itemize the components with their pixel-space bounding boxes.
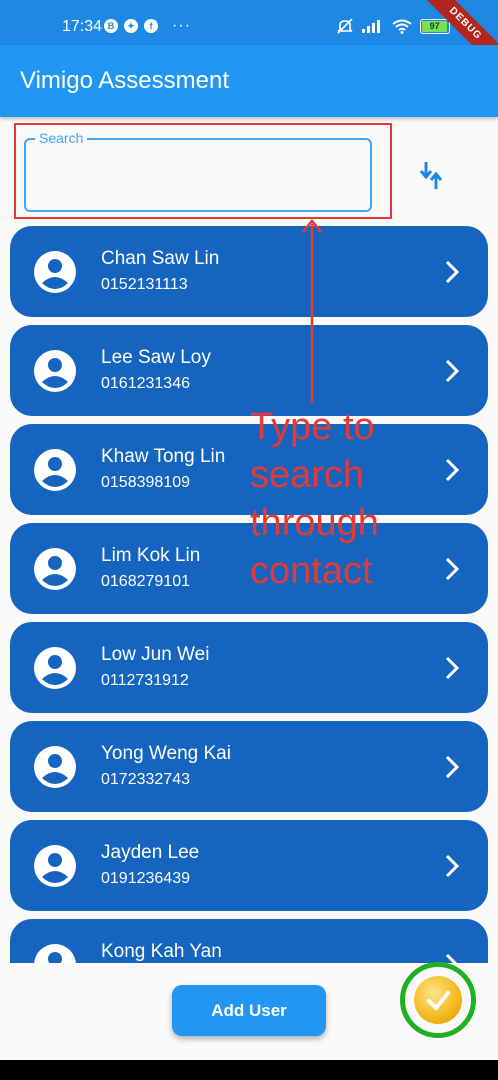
search-label: Search	[35, 130, 88, 146]
coin-icon	[414, 976, 462, 1024]
signal-icon	[362, 20, 380, 33]
annotation-line: search	[250, 454, 365, 496]
annotation-arrow-icon	[302, 219, 322, 403]
b-icon: B	[104, 19, 118, 33]
account-circle-icon	[34, 845, 76, 887]
chevron-right-icon[interactable]	[440, 854, 464, 878]
app-bar: Vimigo Assessment	[0, 45, 498, 117]
contact-name: Jayden Lee	[101, 842, 200, 863]
status-system-icons: 97	[336, 18, 450, 34]
chevron-right-icon[interactable]	[440, 755, 464, 779]
mute-icon	[337, 18, 353, 34]
status-bar: 17:34 B ✦ f ··· 97 DEBUG	[0, 0, 498, 78]
contact-card[interactable]: Low Jun Wei 0112731912	[10, 622, 488, 713]
annotation-line: contact	[250, 550, 373, 592]
contact-name: Khaw Tong Lin	[101, 446, 226, 467]
battery-level: 97	[422, 20, 448, 32]
account-circle-icon	[34, 449, 76, 491]
chevron-right-icon[interactable]	[440, 458, 464, 482]
chevron-right-icon[interactable]	[440, 359, 464, 383]
status-time: 17:34	[62, 18, 103, 35]
account-circle-icon	[34, 548, 76, 590]
contact-phone: 0168279101	[101, 573, 190, 590]
more-dots-icon: ···	[172, 17, 191, 34]
wifi-icon	[392, 19, 412, 34]
chevron-right-icon[interactable]	[440, 260, 464, 284]
app-title: Vimigo Assessment	[20, 67, 229, 94]
contact-card[interactable]: Jayden Lee 0191236439	[10, 820, 488, 911]
annotation-line: Type to	[250, 406, 375, 448]
contact-name: Yong Weng Kai	[101, 743, 231, 764]
account-circle-icon	[34, 746, 76, 788]
contact-name: Low Jun Wei	[101, 644, 210, 665]
contact-phone: 0161231346	[101, 375, 190, 392]
account-circle-icon	[34, 647, 76, 689]
chevron-right-icon[interactable]	[440, 656, 464, 680]
search-input[interactable]	[24, 138, 372, 212]
facebook-icon: f	[144, 19, 158, 33]
floating-action-button[interactable]	[400, 962, 476, 1038]
contact-phone: 0112731912	[101, 672, 189, 689]
check-mark-icon	[427, 991, 450, 1011]
account-circle-icon	[34, 944, 76, 963]
contact-card[interactable]: Kong Kah Yan	[10, 919, 488, 963]
contact-card[interactable]: Chan Saw Lin 0152131113	[10, 226, 488, 317]
add-user-button[interactable]: Add User	[172, 985, 326, 1036]
account-circle-icon	[34, 350, 76, 392]
annotation-text: Type to search through contact	[250, 403, 430, 595]
chevron-right-icon[interactable]	[440, 557, 464, 581]
contact-name: Chan Saw Lin	[101, 248, 220, 269]
contact-phone: 0191236439	[101, 870, 190, 887]
contact-phone: 0172332743	[101, 771, 190, 788]
contact-name: Kong Kah Yan	[101, 941, 222, 962]
contact-card[interactable]: Yong Weng Kai 0172332743	[10, 721, 488, 812]
system-nav-bar	[0, 1060, 498, 1080]
sort-icon[interactable]	[414, 156, 450, 192]
contact-phone: 0158398109	[101, 474, 190, 491]
battery-indicator: 97	[420, 18, 450, 34]
contact-name: Lee Saw Loy	[101, 347, 211, 368]
account-circle-icon	[34, 251, 76, 293]
status-notification-icons: B ✦ f ···	[104, 17, 191, 34]
annotation-line: through	[250, 502, 379, 544]
pinwheel-icon: ✦	[124, 19, 138, 33]
contact-phone: 0152131113	[101, 276, 188, 293]
contact-name: Lim Kok Lin	[101, 545, 201, 566]
